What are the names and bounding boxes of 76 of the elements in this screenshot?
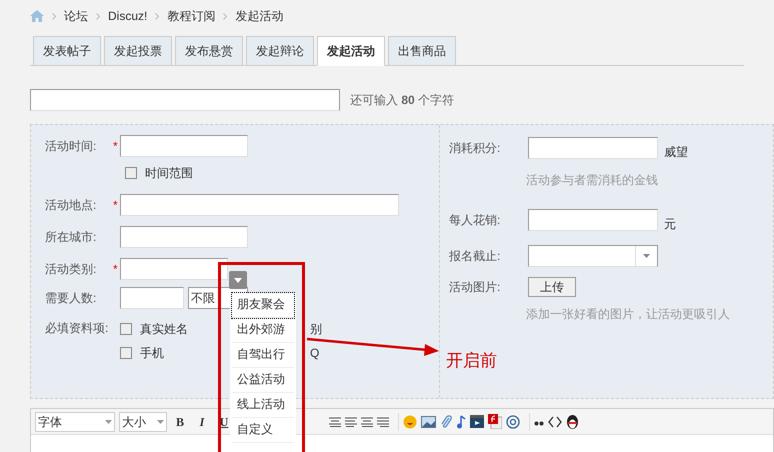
paperclip-icon[interactable] bbox=[440, 414, 452, 428]
tab[interactable]: 发表帖子 bbox=[33, 36, 101, 66]
dropdown-option[interactable]: 自定义 bbox=[232, 418, 294, 443]
breadcrumb-link[interactable]: 教程订阅 bbox=[167, 7, 216, 25]
checkbox-label: Q bbox=[310, 345, 320, 362]
checkbox[interactable] bbox=[125, 167, 137, 179]
dropdown-option[interactable]: 出外郊游 bbox=[232, 318, 294, 343]
caret-icon bbox=[157, 420, 164, 424]
required-mark: * bbox=[113, 198, 118, 212]
format-button[interactable]: I bbox=[193, 412, 211, 430]
format-button[interactable]: U bbox=[215, 412, 233, 430]
tab[interactable]: 发起活动 bbox=[317, 36, 385, 66]
text-input[interactable] bbox=[120, 226, 248, 248]
align-icon[interactable] bbox=[361, 416, 373, 426]
field-label: 活动类别: bbox=[45, 261, 98, 278]
chevron-icon bbox=[223, 12, 228, 20]
caret-icon bbox=[105, 420, 112, 424]
code-icon[interactable] bbox=[548, 416, 562, 428]
required-mark: * bbox=[113, 139, 118, 153]
flash-icon[interactable] bbox=[488, 414, 502, 429]
field-label: 需要人数: bbox=[45, 290, 98, 307]
align-icon[interactable] bbox=[377, 416, 389, 426]
checkbox[interactable] bbox=[120, 347, 132, 359]
field-label: 活动图片: bbox=[449, 279, 502, 296]
dropdown-option[interactable]: 自驾出行 bbox=[232, 343, 294, 368]
text-input[interactable] bbox=[528, 137, 658, 159]
breadcrumb-link[interactable]: 发起活动 bbox=[235, 7, 284, 25]
text-input[interactable] bbox=[120, 194, 399, 216]
required-mark: * bbox=[113, 262, 118, 276]
annotation-text: 开启前 bbox=[446, 350, 497, 372]
field-label: 活动地点: bbox=[45, 197, 98, 214]
tab[interactable]: 出售商品 bbox=[388, 36, 456, 66]
video-icon[interactable] bbox=[470, 415, 484, 428]
text-input[interactable] bbox=[120, 135, 248, 157]
caret-icon bbox=[643, 254, 650, 258]
tab[interactable]: 发布悬赏 bbox=[175, 36, 243, 66]
checkbox-label: 真实姓名 bbox=[140, 321, 188, 338]
field-label: 报名截止: bbox=[449, 248, 502, 265]
chevron-icon bbox=[52, 12, 56, 20]
align-icon[interactable] bbox=[329, 416, 341, 426]
format-button[interactable]: B bbox=[171, 412, 189, 430]
date-select[interactable] bbox=[528, 245, 658, 267]
tab[interactable]: 发起辩论 bbox=[246, 36, 314, 66]
field-label: 所在城市: bbox=[45, 229, 98, 246]
title-input[interactable] bbox=[30, 89, 340, 111]
unit-label: 威望 bbox=[664, 144, 688, 161]
character-counter: 还可输入 80 个字符 bbox=[350, 92, 454, 109]
hint-text: 添加一张好看的图片，让活动更吸引人 bbox=[525, 306, 730, 323]
tab[interactable]: 发起投票 bbox=[104, 36, 172, 66]
checkbox-label: 别 bbox=[310, 321, 322, 338]
music-note-icon[interactable] bbox=[456, 414, 466, 428]
image-icon[interactable] bbox=[421, 416, 436, 428]
checkbox-label: 手机 bbox=[140, 345, 164, 362]
breadcrumb-link[interactable]: 论坛 bbox=[64, 7, 88, 25]
smiley-icon[interactable] bbox=[403, 414, 417, 428]
text-input[interactable] bbox=[120, 258, 228, 280]
breadcrumb-link[interactable]: Discuz! bbox=[108, 7, 148, 25]
field-label: 消耗积分: bbox=[449, 140, 502, 157]
checkbox-label: 时间范围 bbox=[145, 165, 193, 182]
chevron-icon bbox=[96, 12, 100, 20]
size-select[interactable]: 大小 bbox=[119, 412, 167, 432]
text-input[interactable] bbox=[528, 209, 658, 231]
hint-text: 活动参与者需消耗的金钱 bbox=[525, 172, 659, 189]
dropdown-option[interactable]: 朋友聚会 bbox=[232, 293, 294, 318]
field-label: 活动时间: bbox=[45, 138, 98, 155]
text-input[interactable] bbox=[120, 287, 184, 309]
checkbox[interactable] bbox=[120, 323, 132, 335]
dropdown-option[interactable]: 公益活动 bbox=[232, 368, 294, 393]
unit-label: 元 bbox=[664, 216, 676, 233]
font-select[interactable]: 字体 bbox=[35, 412, 115, 432]
chevron-icon bbox=[155, 12, 160, 20]
align-icon[interactable] bbox=[345, 416, 357, 426]
upload-button[interactable]: 上传 bbox=[528, 277, 576, 297]
dropdown-option[interactable]: 线上活动 bbox=[232, 393, 294, 418]
field-label: 必填资料项: bbox=[45, 320, 110, 337]
field-label: 每人花销: bbox=[449, 212, 502, 229]
